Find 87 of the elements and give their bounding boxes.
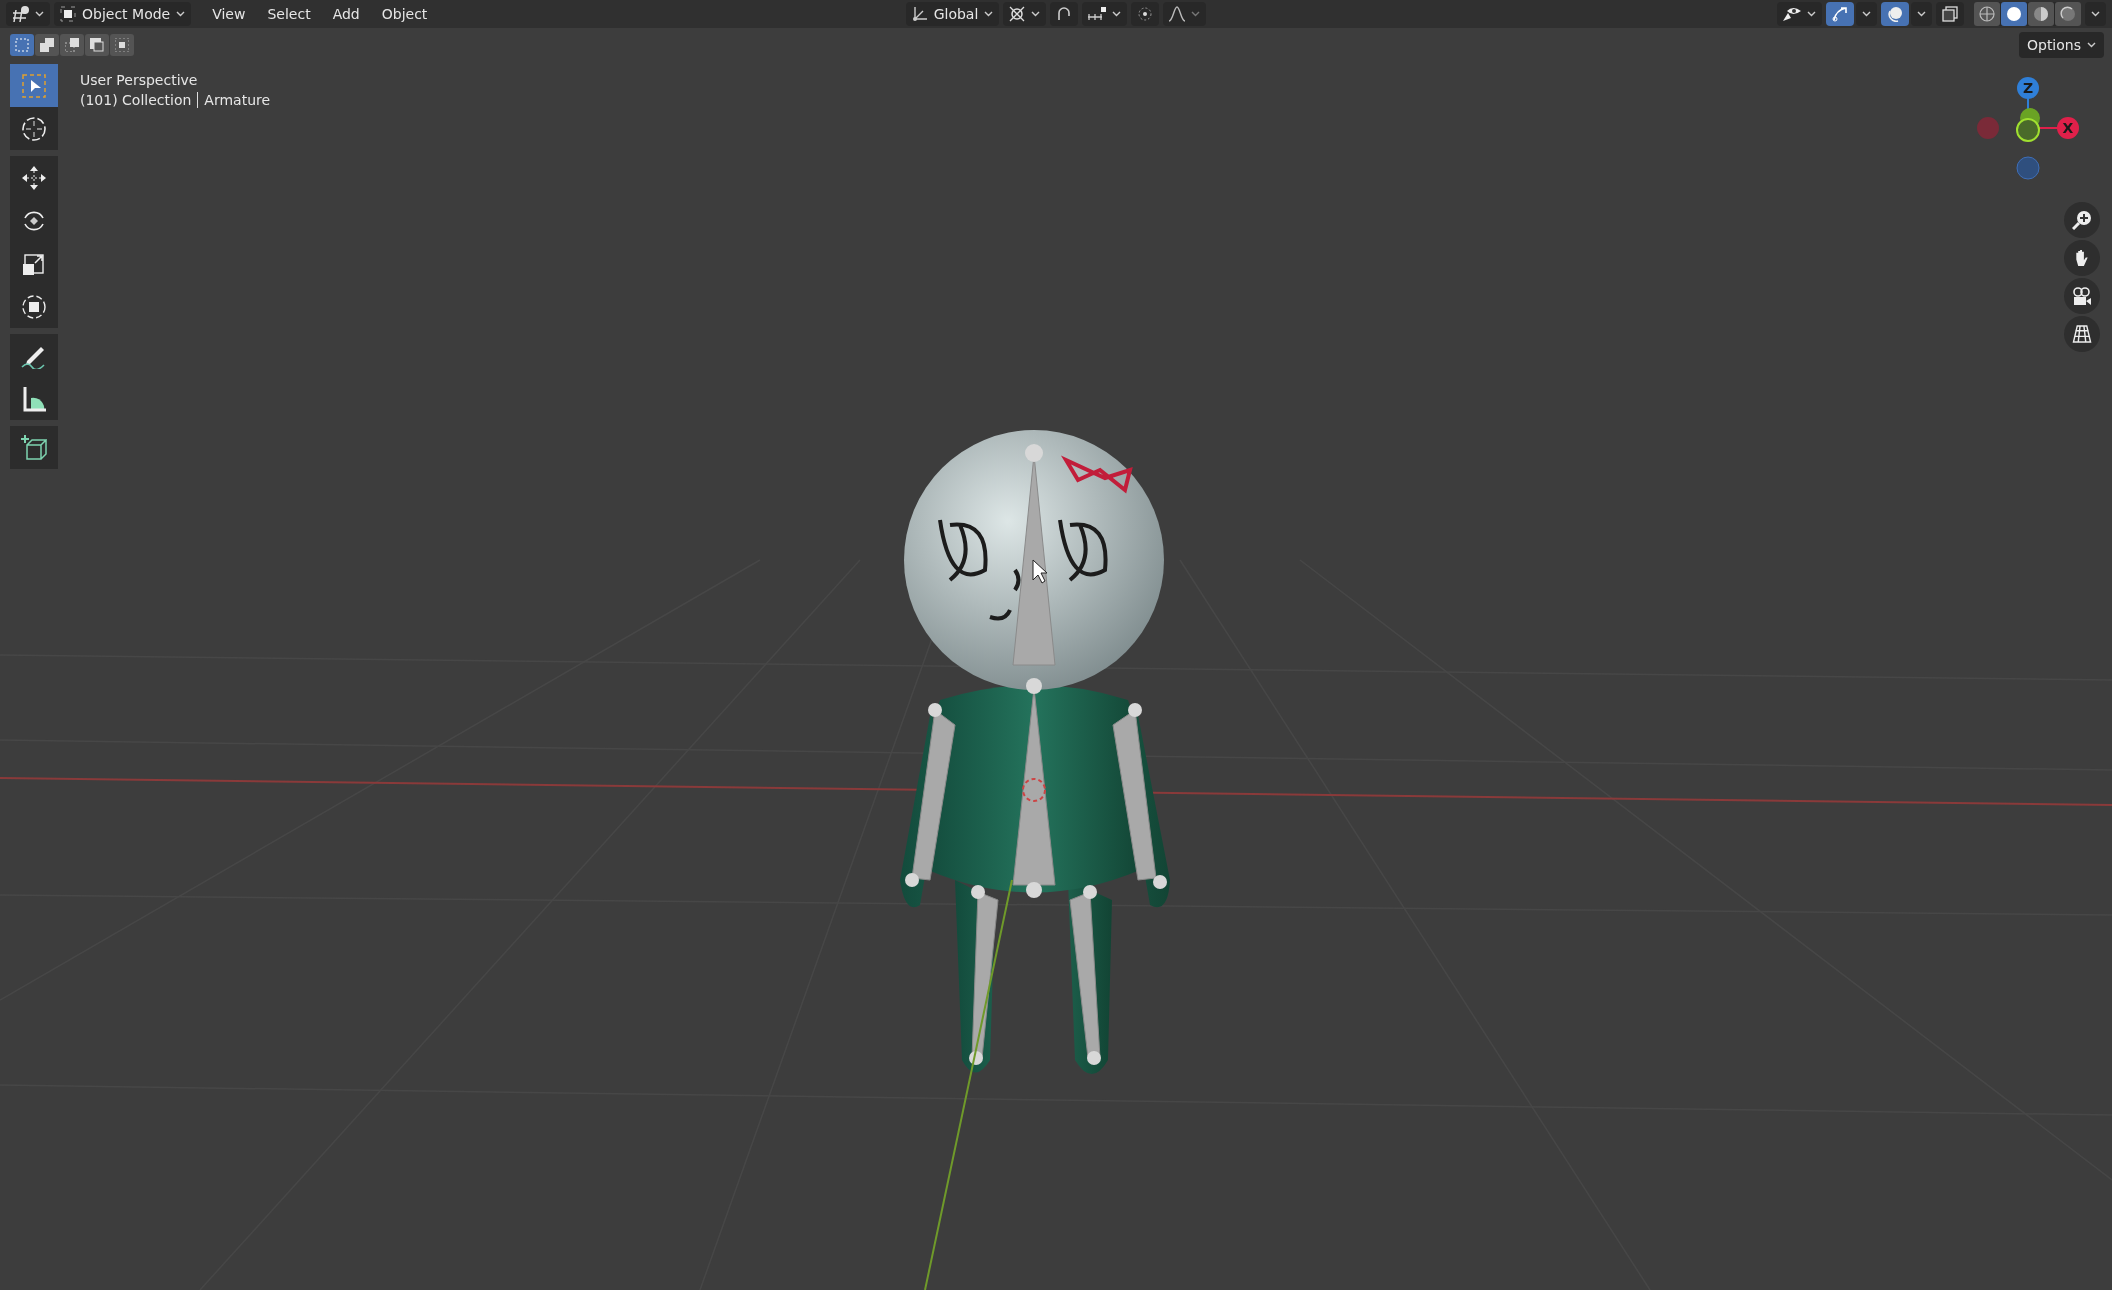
select-invert-icon — [90, 38, 104, 52]
editor-type-button[interactable] — [6, 2, 50, 26]
gizmo-dropdown[interactable] — [1856, 2, 1877, 26]
add-cube-tool-button[interactable] — [10, 426, 58, 469]
select-subtract-icon — [65, 38, 79, 52]
solid-sphere-icon — [2006, 6, 2022, 22]
chevron-icon — [1031, 11, 1041, 17]
menu-item[interactable]: Add — [323, 2, 369, 26]
object-mode-icon — [60, 6, 76, 22]
gizmo-arrow-icon — [1832, 6, 1848, 22]
magnifier-icon — [2072, 210, 2092, 230]
move-tool-button[interactable] — [10, 156, 58, 199]
perspective-toggle-button[interactable] — [2064, 316, 2100, 352]
gizmo-toggle[interactable] — [1826, 2, 1854, 26]
add-cube-icon — [21, 434, 47, 461]
xray-icon — [1942, 6, 1958, 22]
falloff-dropdown[interactable] — [1163, 2, 1207, 26]
shading-dropdown[interactable] — [2085, 2, 2106, 26]
object-name-label: Armature — [204, 92, 271, 108]
eye-icon — [1783, 6, 1801, 22]
wireframe-shading-button[interactable] — [1974, 2, 2000, 26]
chevron-icon — [176, 11, 186, 17]
chevron-icon — [984, 11, 994, 17]
ruler-icon — [21, 385, 47, 412]
pivot-dropdown[interactable] — [1003, 2, 1047, 26]
annotate-tool-button[interactable] — [10, 334, 58, 377]
chevron-icon — [1862, 11, 1871, 17]
axis-gizmo[interactable]: Z X — [1968, 66, 2088, 186]
snap-toggle[interactable] — [1050, 2, 1079, 26]
select-tool-button[interactable] — [10, 64, 58, 107]
zoom-button[interactable] — [2064, 202, 2100, 238]
chevron-icon — [1112, 11, 1122, 17]
select-mode-new-button[interactable] — [10, 34, 34, 56]
magnet-icon — [1057, 7, 1072, 21]
menu-item[interactable]: Object — [372, 2, 437, 26]
select-mode-extend-button[interactable] — [35, 34, 59, 56]
view-name-label: User Perspective — [80, 72, 199, 88]
visibility-dropdown[interactable] — [1777, 2, 1822, 26]
chevron-icon — [35, 11, 44, 17]
rendered-shading-button[interactable] — [2055, 2, 2081, 26]
chevron-icon — [2087, 42, 2096, 48]
menu-item[interactable]: Select — [258, 2, 320, 26]
select-extend-icon — [40, 38, 54, 52]
options-dropdown[interactable]: Options — [2018, 32, 2104, 58]
chevron-icon — [2091, 11, 2100, 17]
cursor-icon — [21, 115, 47, 142]
material-sphere-icon — [2033, 6, 2049, 22]
proportional-editing-toggle[interactable] — [1131, 2, 1160, 26]
axes-icon — [911, 6, 928, 22]
editor-type-icon — [12, 6, 29, 22]
select-new-icon — [15, 38, 29, 52]
move-arrows-icon — [21, 164, 47, 191]
transform-icon — [21, 293, 47, 320]
pivot-icon — [1009, 6, 1026, 22]
xray-toggle[interactable] — [1936, 2, 1964, 26]
overlays-dropdown[interactable] — [1911, 2, 1932, 26]
proportional-icon — [1138, 7, 1153, 21]
snap-target-dropdown[interactable] — [1082, 2, 1128, 26]
grid-icon — [2072, 325, 2092, 343]
falloff-curve-icon — [1169, 6, 1186, 22]
camera-icon — [2072, 287, 2092, 305]
wireframe-sphere-icon — [1979, 6, 1995, 22]
rendered-sphere-icon — [2060, 6, 2076, 22]
select-mode-intersect-button[interactable] — [110, 34, 134, 56]
select-box-icon — [21, 72, 47, 99]
select-intersect-icon — [115, 38, 129, 52]
orientation-dropdown[interactable]: Global — [905, 2, 1000, 26]
solid-shading-button[interactable] — [2001, 2, 2027, 26]
hand-icon — [2074, 249, 2090, 267]
measure-tool-button[interactable] — [10, 377, 58, 420]
cursor-tool-button[interactable] — [10, 107, 58, 150]
snap-increment-icon — [1088, 7, 1107, 21]
mouse-cursor-icon — [1032, 559, 1048, 584]
pan-button[interactable] — [2064, 240, 2100, 276]
select-mode-invert-button[interactable] — [85, 34, 109, 56]
camera-view-button[interactable] — [2064, 278, 2100, 314]
mode-dropdown[interactable]: Object Mode — [54, 2, 192, 26]
material-shading-button[interactable] — [2028, 2, 2054, 26]
chevron-icon — [1807, 11, 1816, 17]
chevron-icon — [1917, 11, 1926, 17]
menu-item[interactable]: View — [203, 2, 255, 26]
chevron-icon — [1191, 11, 1201, 17]
transform-tool-button[interactable] — [10, 285, 58, 328]
select-mode-subtract-button[interactable] — [60, 34, 84, 56]
overlays-toggle[interactable] — [1881, 2, 1909, 26]
collection-label: (101) Collection — [80, 92, 192, 108]
overlays-icon — [1887, 6, 1903, 22]
